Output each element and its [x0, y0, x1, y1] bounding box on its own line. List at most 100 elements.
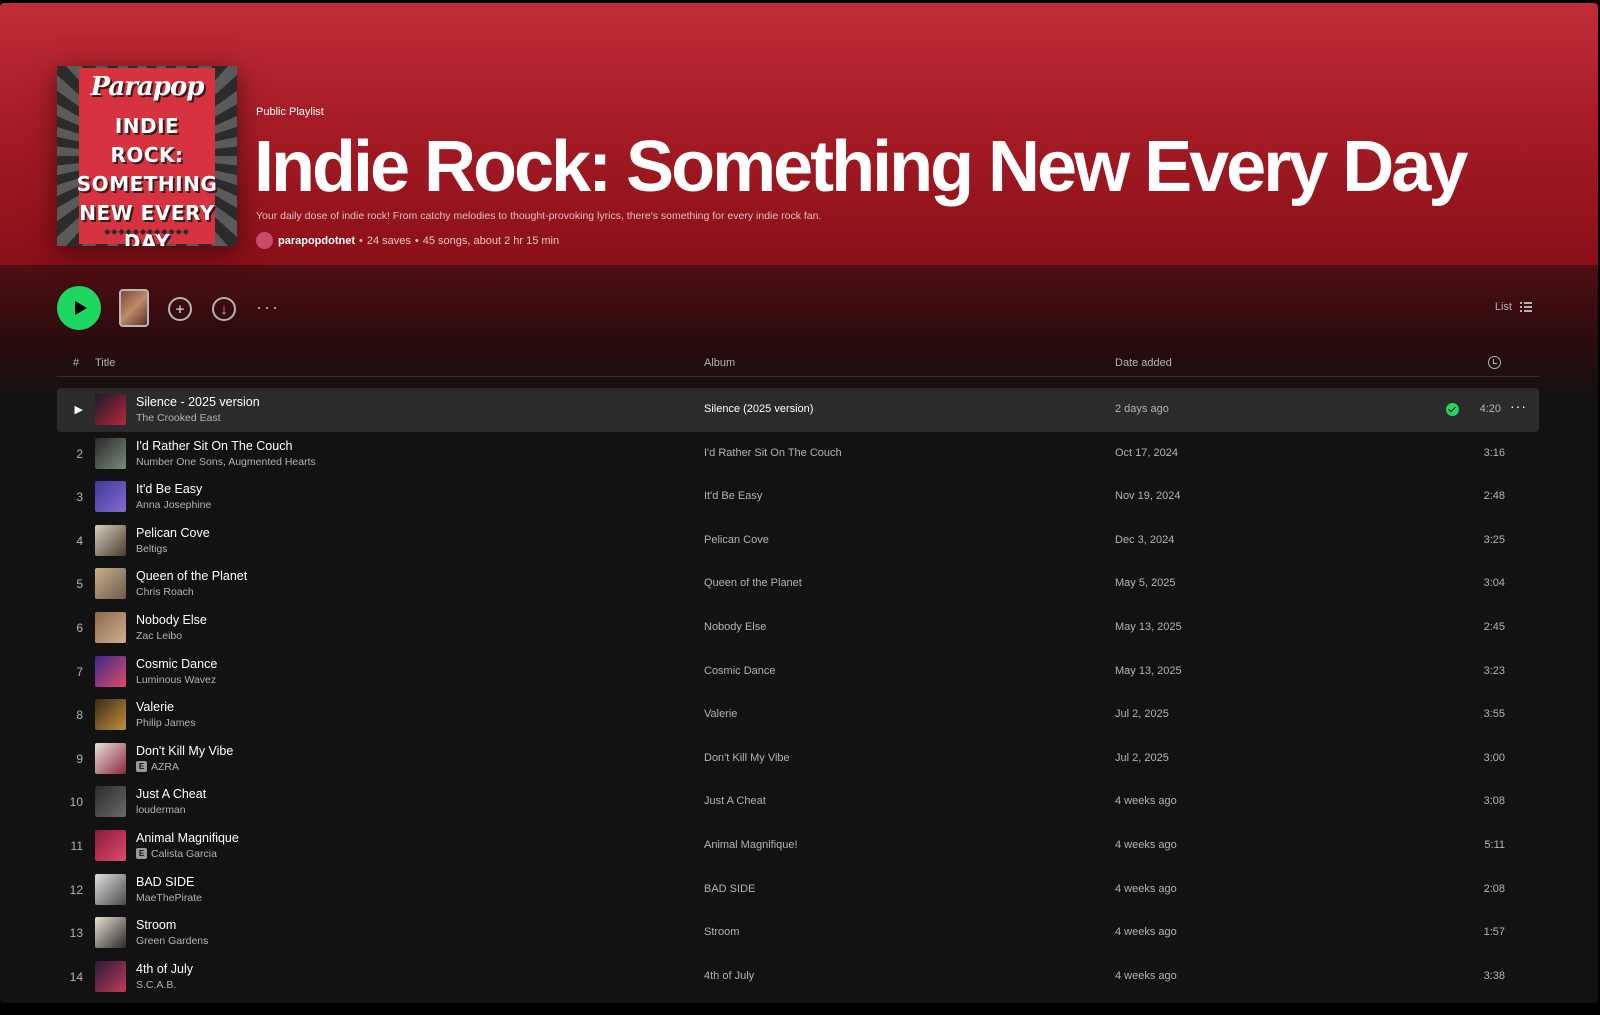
track-album[interactable]: Valerie	[704, 708, 737, 720]
track-title[interactable]: 4th of July	[136, 962, 193, 976]
track-date-added: Jul 2, 2025	[1115, 751, 1169, 764]
artist-link[interactable]: Calista Garcia	[151, 848, 217, 860]
artist-link[interactable]: louderman	[136, 804, 186, 816]
artist-link[interactable]: Anna Josephine	[136, 499, 211, 511]
track-album[interactable]: BAD SIDE	[704, 883, 755, 895]
track-album[interactable]: Nobody Else	[704, 621, 766, 633]
preview-thumbnail[interactable]	[119, 289, 149, 327]
track-thumbnail	[95, 481, 126, 513]
track-row[interactable]: 3 It'd Be Easy Anna Josephine It'd Be Easy N…	[57, 475, 1539, 519]
download-circle-icon[interactable]: ↓	[212, 297, 236, 321]
track-number: 8	[76, 708, 83, 723]
playlist-stats: 45 songs, about 2 hr 15 min	[422, 234, 560, 247]
track-title[interactable]: Nobody Else	[136, 613, 207, 627]
column-date-added[interactable]: Date added	[1115, 357, 1172, 369]
track-row[interactable]: 10 Just A Cheat louderman Just A Cheat 4 wee…	[57, 780, 1539, 824]
artist-link[interactable]: Number One Sons, Augmented Hearts	[136, 456, 316, 468]
artist-link[interactable]: Beltigs	[136, 543, 168, 555]
track-title[interactable]: Silence - 2025 version	[136, 395, 260, 409]
track-album[interactable]: I'd Rather Sit On The Couch	[704, 447, 842, 459]
track-number: 13	[69, 926, 83, 941]
artist-link[interactable]: Zac Leibo	[136, 630, 182, 642]
track-album[interactable]: Silence (2025 version)	[704, 403, 813, 415]
track-album[interactable]: Queen of the Planet	[704, 577, 802, 589]
playlist-page: Parapop INDIE ROCK: SOMETHING NEW EVERY …	[0, 3, 1598, 1003]
track-row[interactable]: 12 BAD SIDE MaeThePirate BAD SIDE 4 weeks ag…	[57, 868, 1539, 912]
saved-check-icon[interactable]	[1446, 403, 1459, 416]
playlist-cover[interactable]: Parapop INDIE ROCK: SOMETHING NEW EVERY …	[57, 66, 237, 246]
track-album[interactable]: Don't Kill My Vibe	[704, 752, 790, 764]
owner-link[interactable]: parapopdotnet	[278, 235, 355, 247]
artist-link[interactable]: Chris Roach	[136, 586, 194, 598]
track-title[interactable]: Don't Kill My Vibe	[136, 744, 233, 758]
column-album[interactable]: Album	[704, 357, 735, 369]
track-title[interactable]: I'd Rather Sit On The Couch	[136, 439, 292, 453]
track-thumbnail	[95, 917, 126, 949]
track-album[interactable]: Cosmic Dance	[704, 665, 776, 677]
track-row[interactable]: 2 I'd Rather Sit On The Couch Number One S…	[57, 432, 1539, 476]
track-row[interactable]: 4 Pelican Cove Beltigs Pelican Cove Dec 3, 2…	[57, 519, 1539, 563]
track-title[interactable]: BAD SIDE	[136, 875, 194, 889]
playlist-meta: parapopdotnet • 24 saves • 45 songs, abo…	[256, 232, 559, 249]
track-duration: 3:23	[1483, 664, 1505, 677]
track-number: 9	[76, 751, 83, 766]
track-row[interactable]: 8 Valerie Philip James Valerie Jul 2, 2025 3:…	[57, 693, 1539, 737]
owner-avatar[interactable]	[256, 232, 273, 249]
track-duration: 3:16	[1483, 446, 1505, 459]
track-title[interactable]: It'd Be Easy	[136, 482, 202, 496]
plus-circle-icon[interactable]: +	[168, 297, 192, 321]
row-more-icon[interactable]: ···	[1510, 398, 1527, 414]
track-title[interactable]: Pelican Cove	[136, 526, 210, 540]
track-duration: 3:38	[1483, 969, 1505, 982]
track-album[interactable]: Pelican Cove	[704, 534, 769, 546]
track-duration: 2:08	[1483, 882, 1505, 895]
cover-line: INDIE ROCK:	[110, 114, 184, 167]
track-row[interactable]: 9 Don't Kill My Vibe E AZRA Don't Kill My Vi…	[57, 737, 1539, 781]
track-title[interactable]: Animal Magnifique	[136, 831, 239, 845]
track-date-added: 4 weeks ago	[1115, 795, 1177, 808]
track-row[interactable]: 11 Animal Magnifique E Calista Garcia Animal…	[57, 824, 1539, 868]
track-title[interactable]: Valerie	[136, 700, 174, 714]
artist-link[interactable]: The Crooked East	[136, 412, 221, 424]
track-thumbnail	[95, 568, 126, 600]
play-track-icon[interactable]: ▶	[57, 403, 83, 416]
track-row[interactable]: 6 Nobody Else Zac Leibo Nobody Else May 13, …	[57, 606, 1539, 650]
more-horizontal-icon[interactable]: ···	[256, 297, 280, 318]
playlist-description: Your daily dose of indie rock! From catc…	[256, 210, 822, 222]
track-title[interactable]: Stroom	[136, 918, 176, 932]
track-album[interactable]: Animal Magnifique!	[704, 839, 798, 851]
artist-link[interactable]: AZRA	[151, 761, 179, 773]
playlist-title[interactable]: Indie Rock: Something New Every Day	[254, 121, 1468, 213]
track-artist: Beltigs	[136, 543, 168, 555]
view-toggle-button[interactable]: List	[1495, 301, 1532, 313]
track-thumbnail	[95, 611, 126, 643]
clock-icon[interactable]	[1488, 356, 1501, 369]
track-row[interactable]: 14 4th of July S.C.A.B. 4th of July 4 weeks …	[57, 955, 1539, 999]
track-title[interactable]: Queen of the Planet	[136, 569, 247, 583]
track-number: 2	[76, 446, 83, 461]
track-album[interactable]: It'd Be Easy	[704, 490, 762, 502]
artist-link[interactable]: Luminous Wavez	[136, 674, 216, 686]
track-title[interactable]: Just A Cheat	[136, 787, 206, 801]
artist-link[interactable]: Philip James	[136, 717, 196, 729]
artist-link[interactable]: Green Gardens	[136, 935, 208, 947]
track-row[interactable]: 13 Stroom Green Gardens Stroom 4 weeks ago 1:…	[57, 911, 1539, 955]
track-album[interactable]: 4th of July	[704, 970, 754, 982]
track-artist: E Calista Garcia	[136, 848, 217, 860]
track-number: 3	[76, 490, 83, 505]
track-number: 5	[76, 577, 83, 592]
column-title[interactable]: Title	[95, 357, 115, 369]
track-title[interactable]: Cosmic Dance	[136, 657, 217, 671]
track-album[interactable]: Stroom	[704, 926, 739, 938]
track-row[interactable]: 7 Cosmic Dance Luminous Wavez Cosmic Dance M…	[57, 650, 1539, 694]
track-number: 11	[70, 838, 83, 853]
track-row[interactable]: 5 Queen of the Planet Chris Roach Queen of …	[57, 562, 1539, 606]
track-date-added: Nov 19, 2024	[1115, 490, 1181, 503]
track-artist: S.C.A.B.	[136, 979, 176, 991]
artist-link[interactable]: MaeThePirate	[136, 892, 202, 904]
play-button[interactable]	[57, 286, 101, 330]
track-row[interactable]: ▶ Silence - 2025 version The Crooked East S…	[57, 388, 1539, 432]
artist-link[interactable]: S.C.A.B.	[136, 979, 176, 991]
track-album[interactable]: Just A Cheat	[704, 795, 766, 807]
screen-frame: Parapop INDIE ROCK: SOMETHING NEW EVERY …	[0, 0, 1600, 1015]
